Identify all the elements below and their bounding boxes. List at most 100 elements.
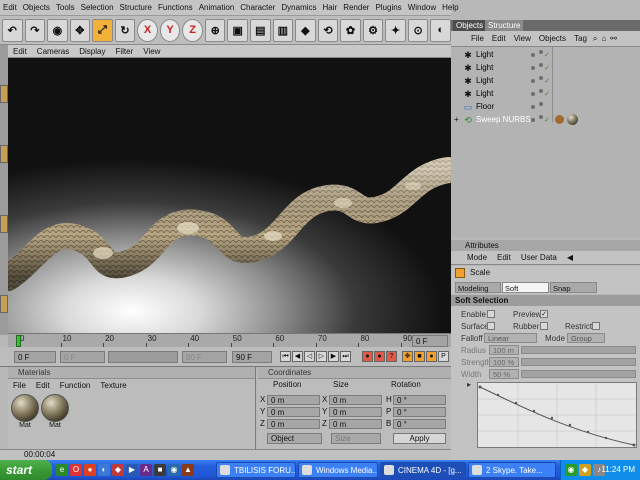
rotation-h-field[interactable]: 0 ° [393, 395, 446, 405]
next-key-button[interactable]: ▶ [328, 351, 339, 362]
objects-menu-view[interactable]: View [510, 34, 535, 43]
timeline-frame-field[interactable]: 0 F [412, 335, 448, 347]
menu-hair[interactable]: Hair [320, 3, 341, 12]
render-view-icon[interactable]: ▣ [227, 18, 249, 42]
x-axis-icon[interactable]: X [137, 18, 158, 42]
scene-icon[interactable]: ✦ [385, 18, 406, 42]
menu-dynamics[interactable]: Dynamics [278, 3, 319, 12]
rotation-p-field[interactable]: 0 ° [393, 407, 446, 417]
left-tool-button[interactable] [0, 145, 8, 163]
left-tool-button[interactable] [0, 295, 8, 313]
editor-visibility-dot[interactable] [531, 53, 535, 57]
phong-tag-icon[interactable] [555, 115, 564, 124]
objects-menu-tag[interactable]: Tag [570, 34, 591, 43]
expand-arrow-icon[interactable]: ▸ [467, 380, 471, 389]
menu-functions[interactable]: Functions [155, 3, 196, 12]
attributes-menu-mode[interactable]: Mode [451, 253, 492, 262]
menu-help[interactable]: Help [439, 3, 461, 12]
taskbar-button[interactable]: Windows Media... [298, 462, 378, 478]
attributes-menu-edit[interactable]: Edit [492, 253, 516, 262]
left-tool-button[interactable] [0, 215, 8, 233]
go-to-end-button[interactable]: ⏭ [340, 351, 351, 362]
position-y-field[interactable]: 0 m [267, 407, 320, 417]
viewport-menu-display[interactable]: Display [74, 47, 110, 56]
rotation-key-button[interactable]: ● [426, 351, 437, 362]
tab-modeling-axis[interactable]: Modeling Axis [455, 282, 501, 304]
cube-icon[interactable]: ◆ [295, 18, 316, 42]
key-selection-button[interactable]: ? [386, 351, 397, 362]
z-axis-icon[interactable]: Z [182, 18, 203, 42]
object-row[interactable]: ✱ Light ✓ [451, 62, 640, 75]
attributes-menu-user-data[interactable]: User Data [516, 253, 562, 262]
param-key-button[interactable]: P [438, 351, 449, 362]
texture-tag-icon[interactable] [567, 114, 578, 125]
falloff-dropdown[interactable]: Linear [484, 333, 537, 343]
play-backward-button[interactable]: ◁ [304, 351, 315, 362]
quicklaunch-icon[interactable]: ▲ [182, 464, 194, 476]
taskbar-button[interactable]: TBILISIS FORU... [216, 462, 296, 478]
objects-menu-edit[interactable]: Edit [488, 34, 510, 43]
viewport-3d[interactable] [8, 58, 451, 333]
object-row[interactable]: ✱ Light ✓ [451, 88, 640, 101]
viewport-menu-view[interactable]: View [138, 47, 165, 56]
menu-selection[interactable]: Selection [78, 3, 117, 12]
menu-character[interactable]: Character [237, 3, 278, 12]
quicklaunch-icon[interactable]: ◆ [112, 464, 124, 476]
y-axis-icon[interactable]: Y [159, 18, 181, 42]
tab-objects[interactable]: Objects [453, 20, 487, 31]
position-z-field[interactable]: 0 m [267, 419, 320, 429]
deformer-icon[interactable]: ⚙ [362, 18, 384, 42]
quicklaunch-icon[interactable]: A [140, 464, 152, 476]
coordinate-mode-dropdown[interactable]: Object [267, 433, 322, 444]
tray-icon[interactable]: ◆ [579, 464, 591, 476]
radius-field[interactable]: 100 m [489, 345, 519, 355]
viewport-menu-cameras[interactable]: Cameras [32, 47, 74, 56]
falloff-spline-graph[interactable] [477, 382, 637, 448]
quicklaunch-icon[interactable]: O [70, 464, 82, 476]
render-visibility-dot[interactable] [539, 63, 543, 67]
size-x-field[interactable]: 0 m [329, 395, 382, 405]
enable-checkbox[interactable] [487, 310, 495, 318]
rotation-b-field[interactable]: 0 ° [393, 419, 446, 429]
render-visibility-dot[interactable] [539, 89, 543, 93]
mode-dropdown[interactable]: Group [567, 333, 605, 343]
materials-menu-texture[interactable]: Texture [95, 381, 131, 390]
viewport-menu-edit[interactable]: Edit [8, 47, 32, 56]
enabled-check-icon[interactable]: ✓ [544, 90, 550, 98]
quicklaunch-icon[interactable]: ◐ [98, 464, 110, 476]
position-x-field[interactable]: 0 m [267, 395, 320, 405]
quicklaunch-icon[interactable]: ● [84, 464, 96, 476]
binoculars-icon[interactable]: ⚯ [608, 34, 619, 43]
surface-checkbox[interactable] [487, 322, 495, 330]
object-row[interactable]: + ⟲ Sweep NURBS ✓ [451, 114, 640, 127]
left-tool-button[interactable] [0, 85, 8, 103]
start-button[interactable]: start [0, 460, 52, 480]
render-settings-icon[interactable]: ▥ [272, 18, 294, 42]
menu-animation[interactable]: Animation [196, 3, 238, 12]
record-keys-button[interactable]: ● [362, 351, 373, 362]
taskbar-button[interactable]: CINEMA 4D - [g... [380, 462, 466, 478]
strength-field[interactable]: 100 % [489, 357, 519, 367]
tray-icon[interactable]: ◉ [565, 464, 577, 476]
tab-soft-selection[interactable]: Soft Selection [502, 282, 549, 304]
menu-tools[interactable]: Tools [53, 3, 78, 12]
objects-menu-file[interactable]: File [451, 34, 488, 43]
light-icon[interactable]: ◐ [430, 18, 451, 42]
materials-menu-file[interactable]: File [8, 381, 31, 390]
scale-icon[interactable]: ⤢ [92, 18, 113, 42]
current-frame-field[interactable]: 0 F [14, 351, 56, 363]
quicklaunch-icon[interactable]: ▶ [126, 464, 138, 476]
apply-button[interactable]: Apply [393, 433, 446, 444]
camera-icon[interactable]: ⊙ [407, 18, 429, 42]
quicklaunch-icon[interactable]: ◉ [168, 464, 180, 476]
objects-menu-objects[interactable]: Objects [535, 34, 570, 43]
redo-icon[interactable]: ↷ [24, 18, 46, 42]
expand-icon[interactable]: + [454, 115, 459, 124]
undo-icon[interactable]: ↶ [2, 18, 23, 42]
editor-visibility-dot[interactable] [531, 105, 535, 109]
taskbar-button[interactable]: 2 Skype. Take... [468, 462, 556, 478]
enabled-check-icon[interactable]: ✓ [544, 116, 550, 124]
previous-key-button[interactable]: ◀ [292, 351, 303, 362]
menu-window[interactable]: Window [405, 3, 439, 12]
render-visibility-dot[interactable] [539, 115, 543, 119]
